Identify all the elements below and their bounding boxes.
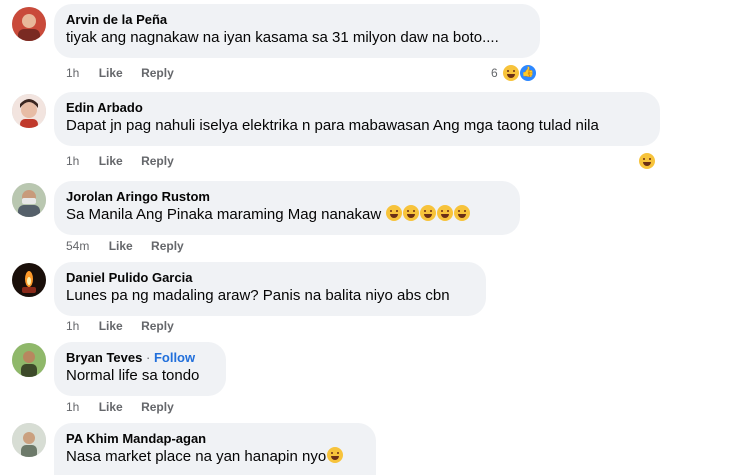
like-button[interactable]: Like <box>99 66 123 80</box>
like-button[interactable]: Like <box>99 400 123 414</box>
timestamp[interactable]: 1h <box>66 66 79 80</box>
avatar[interactable] <box>12 183 46 217</box>
laughing-emoji-icon <box>454 205 471 221</box>
laughing-emoji-icon[interactable] <box>639 153 655 169</box>
laughing-emoji-icon <box>437 205 454 221</box>
like-reaction-icon: 👍 <box>520 65 536 81</box>
avatar[interactable] <box>12 7 46 41</box>
comment-actions: 1h Like Reply <box>66 319 189 333</box>
comment-actions: 1h Like Reply <box>66 154 189 168</box>
reply-button[interactable]: Reply <box>141 400 174 414</box>
reply-button[interactable]: Reply <box>151 239 184 253</box>
comment-bubble: PA Khim Mandap-agan Nasa market place na… <box>54 423 376 475</box>
like-button[interactable]: Like <box>99 154 123 168</box>
comment-bubble: Edin Arbado Dapat jn pag nahuli iselya e… <box>54 92 660 146</box>
author-name[interactable]: PA Khim Mandap-agan <box>66 430 364 447</box>
avatar[interactable] <box>12 423 46 457</box>
comment-bubble: Bryan Teves · Follow Normal life sa tond… <box>54 342 226 396</box>
reply-button[interactable]: Reply <box>141 66 174 80</box>
laughing-emoji-icon <box>503 65 519 81</box>
comment-text: Sa Manila Ang Pinaka maraming Mag nanaka… <box>66 205 508 225</box>
comment-text: Nasa market place na yan hanapin nyo <box>66 447 364 467</box>
laughing-emoji-icon <box>386 205 403 221</box>
like-button[interactable]: Like <box>99 319 123 333</box>
comment-text: tiyak ang nagnakaw na iyan kasama sa 31 … <box>66 29 499 46</box>
comment-text: Lunes pa ng madaling araw? Panis na bali… <box>66 287 450 304</box>
laughing-emoji-icon <box>420 205 437 221</box>
author-name[interactable]: Edin Arbado <box>66 99 648 116</box>
comment-text-content: Sa Manila Ang Pinaka maraming Mag nanaka… <box>66 206 382 223</box>
comment-bubble: Jorolan Aringo Rustom Sa Manila Ang Pina… <box>54 181 520 235</box>
avatar[interactable] <box>12 263 46 297</box>
author-name[interactable]: Bryan Teves <box>66 350 142 365</box>
laughing-emoji-icon <box>327 447 344 463</box>
follow-button[interactable]: Follow <box>154 350 195 365</box>
comment-text-content: Nasa market place na yan hanapin nyo <box>66 448 327 465</box>
avatar[interactable] <box>12 343 46 377</box>
author-name[interactable]: Daniel Pulido Garcia <box>66 269 474 286</box>
comment-text: Normal life sa tondo <box>66 367 200 384</box>
author-name[interactable]: Arvin de la Peña <box>66 11 528 28</box>
comment-bubble: Daniel Pulido Garcia Lunes pa ng madalin… <box>54 262 486 316</box>
timestamp[interactable]: 54m <box>66 239 89 253</box>
author-name[interactable]: Jorolan Aringo Rustom <box>66 188 508 205</box>
author-name-row: Bryan Teves · Follow <box>66 349 214 366</box>
comment-actions: 1h Like Reply <box>66 400 189 414</box>
comment-actions: 54m Like Reply <box>66 239 199 253</box>
reaction-count[interactable]: 6 <box>491 66 498 80</box>
timestamp[interactable]: 1h <box>66 154 79 168</box>
comment-actions: 1h Like Reply <box>66 66 189 80</box>
comment-bubble: Arvin de la Peña tiyak ang nagnakaw na i… <box>54 4 540 58</box>
like-button[interactable]: Like <box>109 239 133 253</box>
comment-text: Dapat jn pag nahuli iselya elektrika n p… <box>66 117 599 134</box>
reply-button[interactable]: Reply <box>141 319 174 333</box>
avatar[interactable] <box>12 94 46 128</box>
reply-button[interactable]: Reply <box>141 154 174 168</box>
separator-dot: · <box>145 350 151 365</box>
laughing-emoji-icon <box>403 205 420 221</box>
timestamp[interactable]: 1h <box>66 319 79 333</box>
timestamp[interactable]: 1h <box>66 400 79 414</box>
